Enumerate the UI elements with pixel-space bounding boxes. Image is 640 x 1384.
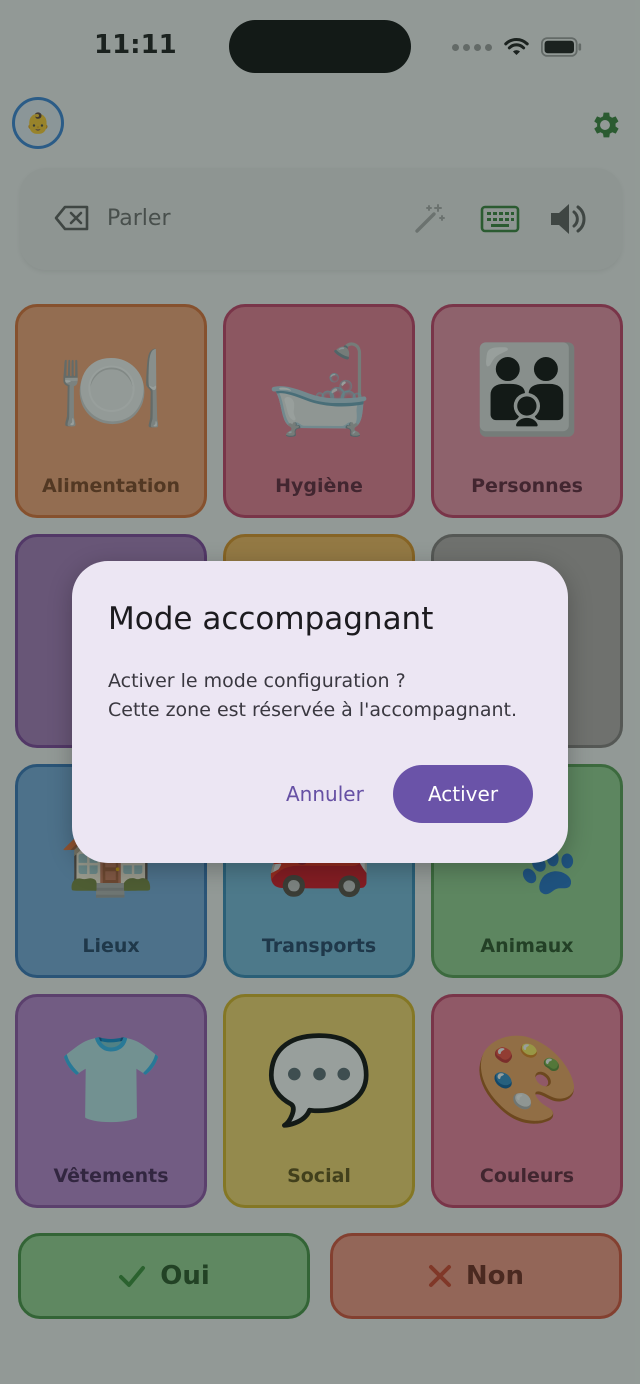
dialog-line-1: Activer le mode configuration ?: [108, 670, 406, 692]
cancel-button[interactable]: Annuler: [276, 769, 374, 819]
dialog-line-2: Cette zone est réservée à l'accompagnant…: [108, 699, 518, 721]
dialog-title: Mode accompagnant: [108, 601, 434, 637]
companion-mode-dialog: Mode accompagnant Activer le mode config…: [72, 561, 568, 863]
activate-button[interactable]: Activer: [393, 765, 533, 823]
dialog-body: Activer le mode configuration ? Cette zo…: [108, 667, 517, 725]
